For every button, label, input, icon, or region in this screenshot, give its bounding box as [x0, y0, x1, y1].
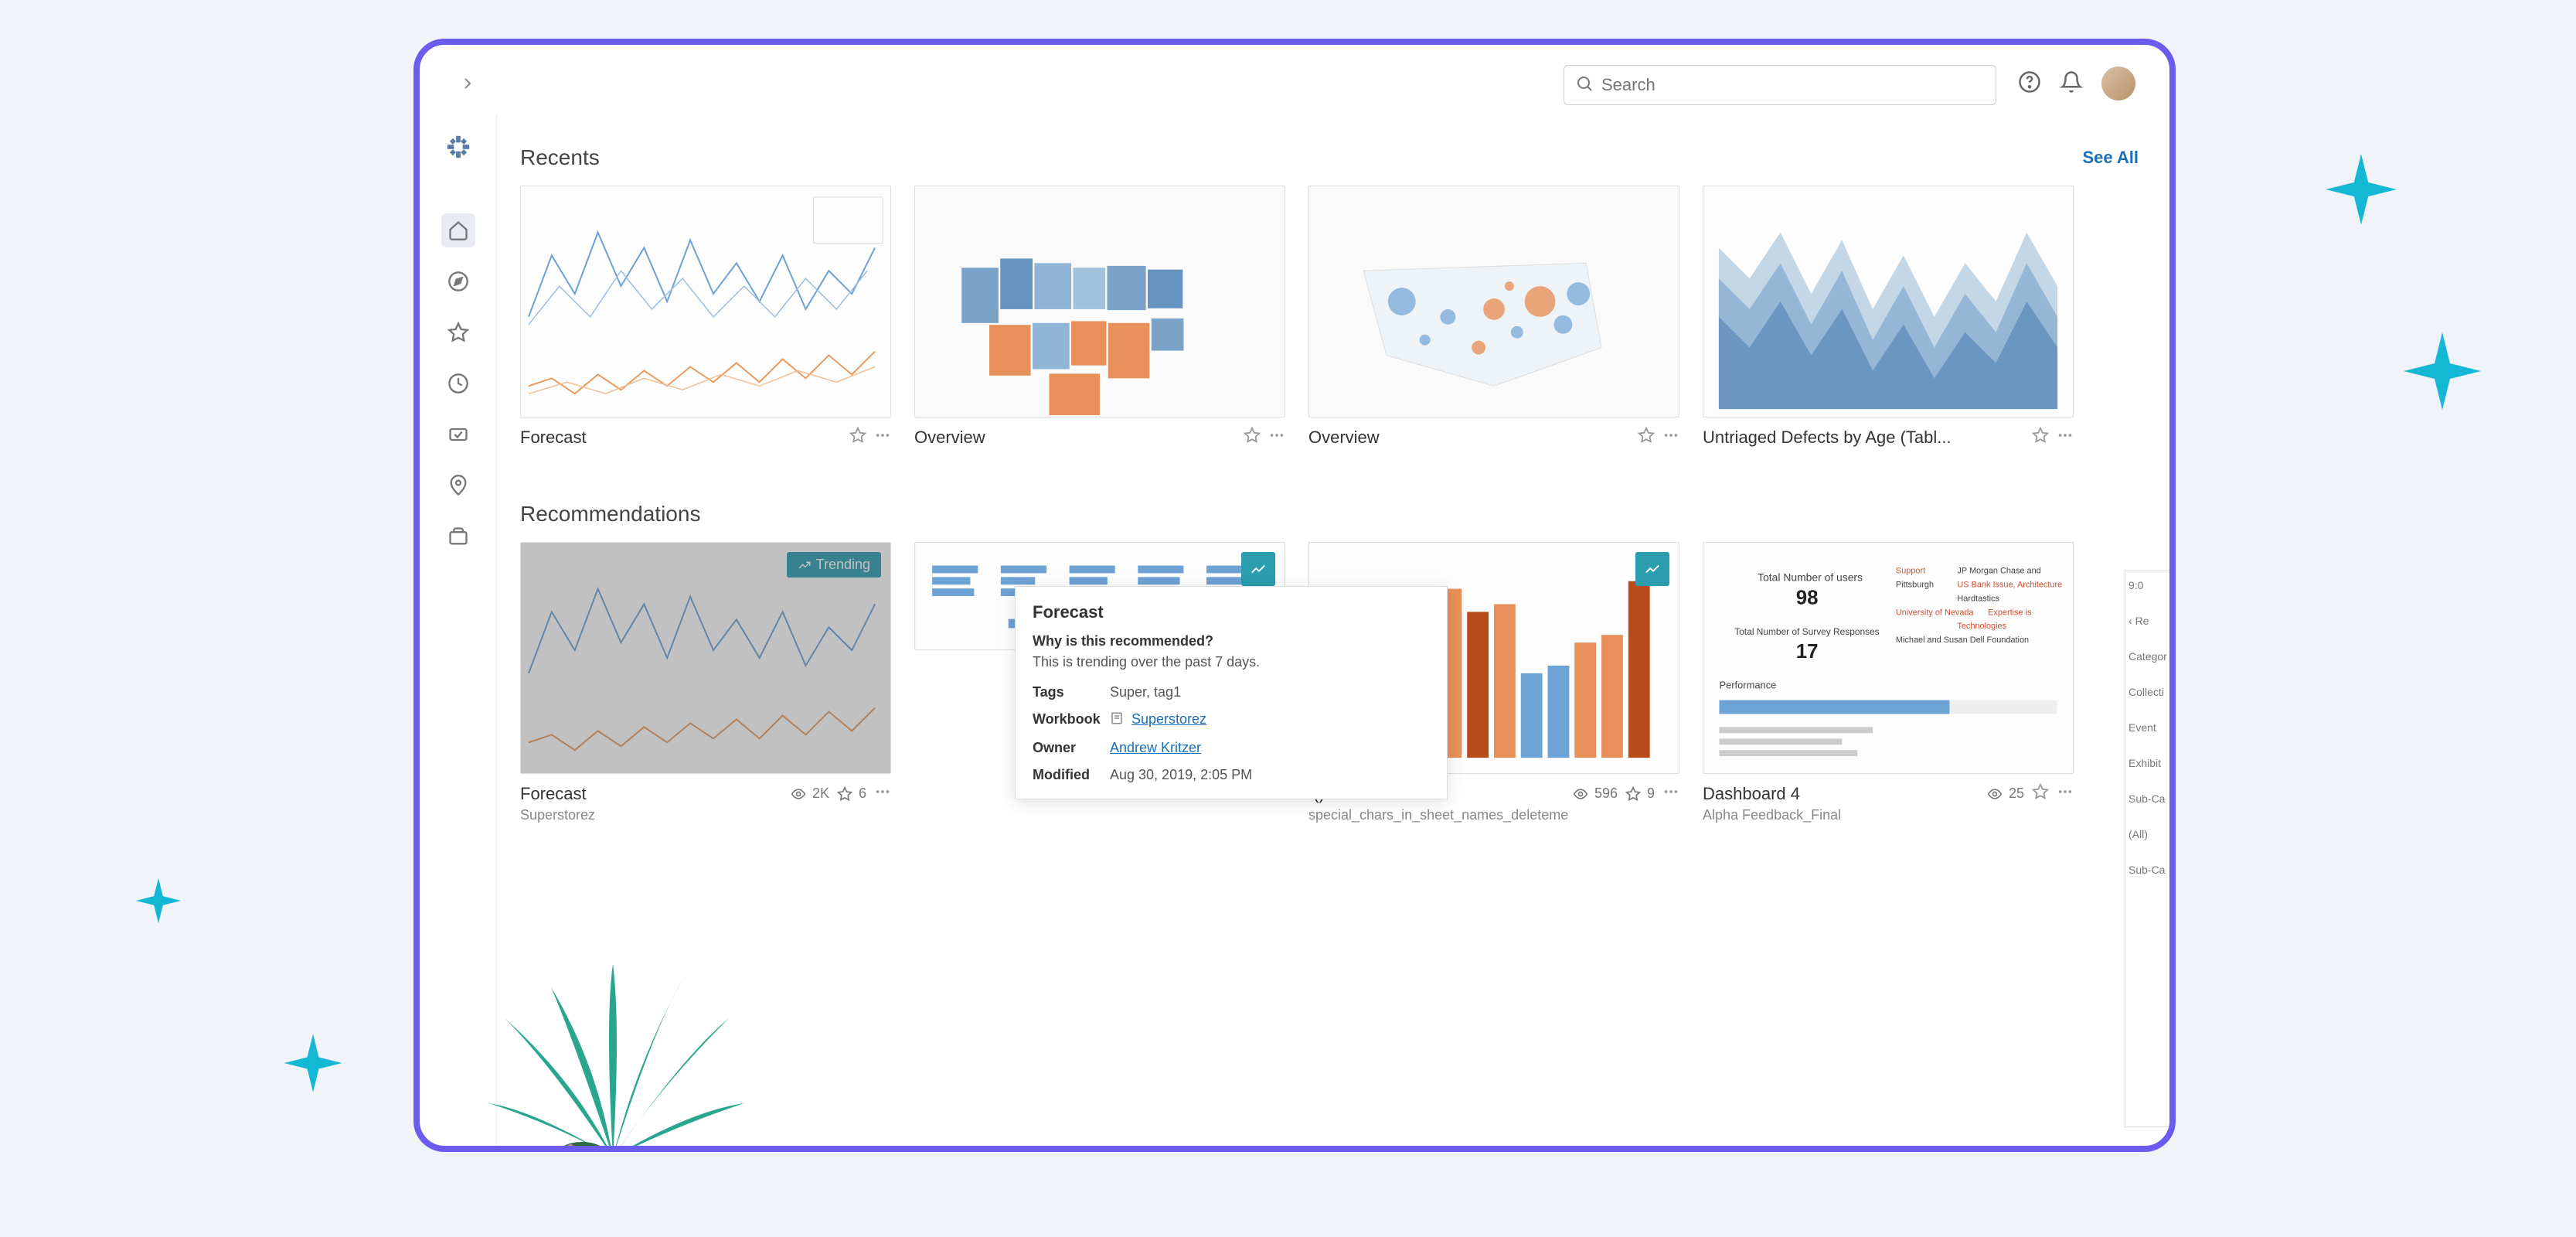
view-count: 25 [1987, 785, 2024, 802]
app-window: Recents See All [413, 39, 2176, 1152]
svg-text:Performance: Performance [1719, 680, 1776, 691]
svg-text:98: 98 [1796, 587, 1819, 608]
more-icon[interactable] [874, 427, 891, 448]
recommendation-card[interactable]: Trending Forecast 2K 6 [520, 542, 891, 823]
sidebar-toggle[interactable] [452, 68, 483, 99]
recommendation-popover: Forecast Why is this recommended? This i… [1015, 586, 1448, 799]
home-icon[interactable] [441, 213, 475, 247]
recents-row: Forecast [520, 186, 2169, 448]
thumbnail: Total Number of users 98 Total Number of… [1703, 542, 2074, 774]
more-icon[interactable] [1662, 427, 1679, 448]
owner-label: Owner [1033, 740, 1102, 756]
svg-text:US Bank Issue, Architecture: US Bank Issue, Architecture [1957, 581, 2062, 590]
location-icon[interactable] [441, 469, 475, 503]
svg-text:Total Number of users: Total Number of users [1758, 571, 1863, 584]
svg-text:17: 17 [1796, 641, 1819, 663]
bell-icon[interactable] [2060, 70, 2083, 97]
card-title: Overview [1308, 428, 1630, 448]
recent-card[interactable]: Forecast [520, 186, 891, 448]
thumbnail [914, 186, 1285, 417]
main-content: Recents See All [520, 145, 2169, 1146]
star-outline-icon[interactable] [849, 427, 866, 448]
recents-header: Recents See All [520, 145, 2169, 170]
svg-text:Pittsburgh: Pittsburgh [1896, 581, 1934, 590]
recommendations-header: Recommendations [520, 502, 2169, 526]
workbook-label: Workbook [1033, 711, 1102, 729]
recent-card[interactable]: Overview [1308, 186, 1679, 448]
star-outline-icon[interactable] [2032, 783, 2049, 804]
recommendations-title: Recommendations [520, 502, 700, 526]
card-title: Dashboard 4 [1703, 784, 1979, 804]
thumbnail [520, 186, 891, 417]
chart-badge-icon [1635, 552, 1669, 586]
svg-text:University of Nevada: University of Nevada [1896, 608, 1975, 617]
help-icon[interactable] [2018, 70, 2041, 97]
owner-link[interactable]: Andrew Kritzer [1110, 740, 1201, 756]
svg-text:Technologies: Technologies [1957, 622, 2006, 631]
more-icon[interactable] [2057, 783, 2074, 804]
workbook-icon [1110, 711, 1124, 729]
svg-text:Support: Support [1896, 567, 1925, 576]
popover-why-label: Why is this recommended? [1033, 633, 1430, 649]
thumbnail [1703, 186, 2074, 417]
recent-icon[interactable] [441, 366, 475, 400]
sidebar [420, 114, 497, 1146]
sparkle-icon [131, 874, 185, 928]
more-icon[interactable] [1268, 427, 1285, 448]
card-title: Overview [914, 428, 1236, 448]
modified-label: Modified [1033, 767, 1102, 783]
star-count[interactable]: 9 [1625, 785, 1655, 802]
trending-badge: Trending [787, 552, 881, 578]
svg-text:Michael and Susan Dell Foundat: Michael and Susan Dell Foundation [1896, 636, 2029, 645]
search-icon [1575, 74, 1594, 97]
star-outline-icon[interactable] [1638, 427, 1655, 448]
workbook-link[interactable]: Superstorez [1131, 711, 1206, 729]
sparkle-icon [2396, 325, 2489, 417]
thumbnail: Trending [520, 542, 891, 774]
card-title: Forecast [520, 428, 842, 448]
card-subtitle: Superstorez [520, 807, 891, 823]
star-count[interactable]: 6 [837, 785, 866, 802]
collections-icon[interactable] [441, 520, 475, 554]
right-panel-sliver: 9:0 ‹ Re Categor Collecti Event Exhibit … [2125, 571, 2169, 1127]
search-input[interactable] [1601, 75, 1985, 95]
svg-text:JP Morgan Chase and: JP Morgan Chase and [1957, 567, 2040, 576]
avatar[interactable] [2101, 66, 2135, 101]
recents-title: Recents [520, 145, 600, 170]
recent-card[interactable]: Overview [914, 186, 1285, 448]
card-subtitle: special_chars_in_sheet_names_deleteme [1308, 807, 1679, 823]
see-all-link[interactable]: See All [2082, 148, 2139, 168]
svg-text:Hardtastics: Hardtastics [1957, 594, 1999, 603]
sparkle-icon [278, 1028, 348, 1098]
card-title: Forecast [520, 784, 783, 804]
popover-title: Forecast [1033, 602, 1430, 622]
star-outline-icon[interactable] [1244, 427, 1261, 448]
card-title: Untriaged Defects by Age (Tabl... [1703, 428, 2024, 448]
tags-value: Super, tag1 [1110, 684, 1181, 700]
sparkle-icon [2319, 147, 2404, 232]
more-icon[interactable] [2057, 427, 2074, 448]
thumbnail [1308, 186, 1679, 417]
popover-why-text: This is trending over the past 7 days. [1033, 654, 1430, 670]
chart-badge-icon [1241, 552, 1275, 586]
star-outline-icon[interactable] [2032, 427, 2049, 448]
svg-text:Expertise is: Expertise is [1988, 608, 2032, 617]
recent-card[interactable]: Untriaged Defects by Age (Tabl... [1703, 186, 2074, 448]
shared-icon[interactable] [441, 417, 475, 452]
more-icon[interactable] [874, 783, 891, 804]
modified-value: Aug 30, 2019, 2:05 PM [1110, 767, 1252, 783]
logo-icon[interactable] [441, 130, 475, 164]
view-count: 2K [791, 785, 829, 802]
svg-text:Total Number of Survey Respons: Total Number of Survey Responses [1734, 626, 1879, 637]
tags-label: Tags [1033, 684, 1102, 700]
star-icon[interactable] [441, 315, 475, 349]
search-box[interactable] [1564, 65, 1996, 105]
recommendation-card[interactable]: Total Number of users 98 Total Number of… [1703, 542, 2074, 823]
card-subtitle: Alpha Feedback_Final [1703, 807, 2074, 823]
top-bar [420, 62, 2169, 108]
explore-icon[interactable] [441, 264, 475, 298]
more-icon[interactable] [1662, 783, 1679, 804]
view-count: 596 [1573, 785, 1618, 802]
